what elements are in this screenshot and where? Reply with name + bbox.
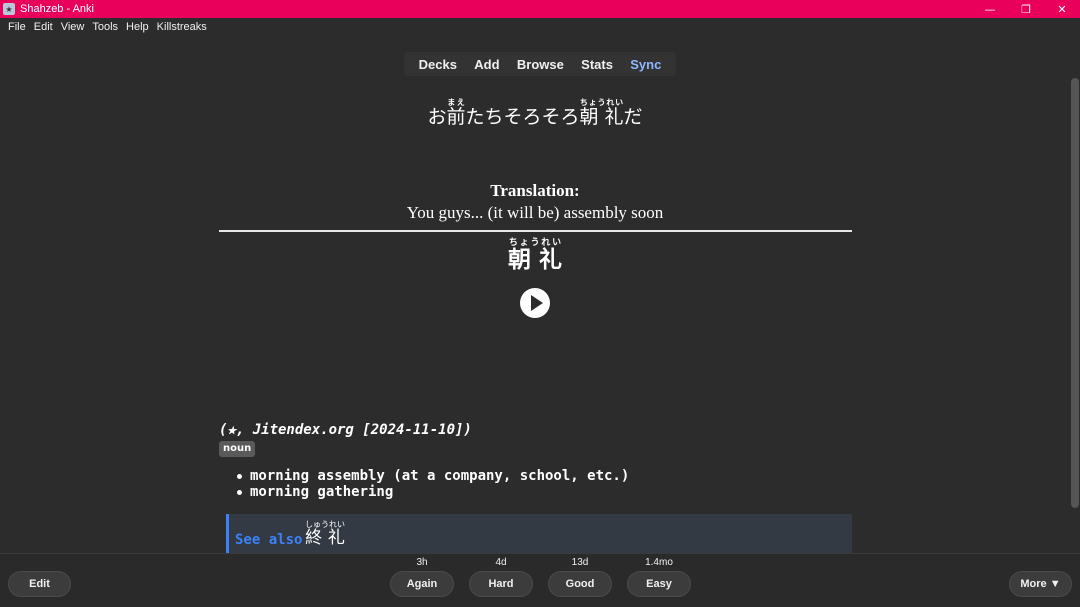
hard-interval: 4d <box>495 557 507 568</box>
nav-decks[interactable]: Decks <box>419 57 457 72</box>
menu-edit[interactable]: Edit <box>30 21 57 33</box>
example-sentence: お前まえたちそろそろ朝 礼ちょうれいだ <box>0 98 1070 129</box>
sentence-kanji-2: 朝 礼 <box>579 106 624 128</box>
sentence-prefix: お <box>427 106 447 128</box>
gloss-item: morning gathering <box>234 484 629 500</box>
see-also-label: See also <box>235 532 303 548</box>
close-icon[interactable]: ✕ <box>1044 0 1080 18</box>
sentence-suffix: だ <box>623 106 643 128</box>
translation-label: Translation: <box>490 181 580 200</box>
sentence-kanji-1: 前 <box>446 106 466 128</box>
good-interval: 13d <box>571 557 589 568</box>
good-button[interactable]: Good <box>548 571 612 597</box>
menu-file[interactable]: File <box>4 21 30 33</box>
dictionary-source: (★, Jitendex.org [2024-11-10]) <box>219 422 472 438</box>
window-title: Shahzeb - Anki <box>20 3 94 15</box>
sentence-middle: たちそろそろ <box>465 106 580 128</box>
nav-browse[interactable]: Browse <box>517 57 564 72</box>
see-also-word[interactable]: 終 礼しゅうれい <box>305 520 345 548</box>
vocab-ruby: 朝 礼ちょうれい <box>507 238 562 273</box>
nav-sync[interactable]: Sync <box>630 57 661 72</box>
title-bar: ★ Shahzeb - Anki — ❐ ✕ <box>0 0 1080 18</box>
nav-add[interactable]: Add <box>474 57 499 72</box>
see-also-kanji: 終 礼 <box>305 528 345 548</box>
card-divider <box>219 230 852 232</box>
menu-killstreaks[interactable]: Killstreaks <box>153 21 211 33</box>
top-nav: Decks Add Browse Stats Sync <box>404 52 676 76</box>
edit-button[interactable]: Edit <box>8 571 71 597</box>
vocab-reading: ちょうれい <box>507 238 562 248</box>
see-also-ruby: 終 礼しゅうれい <box>305 520 345 548</box>
menu-tools[interactable]: Tools <box>88 21 122 33</box>
again-interval: 3h <box>416 557 428 568</box>
nav-stats[interactable]: Stats <box>581 57 613 72</box>
sentence-ruby-2: 朝 礼ちょうれい <box>579 98 624 128</box>
sentence-reading-2: ちょうれい <box>579 98 624 107</box>
sentence-ruby-1: 前まえ <box>446 98 466 128</box>
scroll-thumb[interactable] <box>1071 78 1079 508</box>
see-also-box: See also 終 礼しゅうれい <box>226 514 852 553</box>
play-audio-icon[interactable] <box>520 288 550 318</box>
anki-logo-icon: ★ <box>3 3 15 15</box>
easy-interval: 1.4mo <box>645 557 673 568</box>
play-triangle <box>531 295 543 311</box>
maximize-icon[interactable]: ❐ <box>1008 0 1044 18</box>
see-also-reading: しゅうれい <box>305 520 345 529</box>
vocab-word: 朝 礼ちょうれい <box>0 238 1070 274</box>
gloss-list: morning assembly (at a company, school, … <box>234 468 629 500</box>
easy-button[interactable]: Easy <box>627 571 691 597</box>
more-button[interactable]: More ▼ <box>1009 571 1072 597</box>
translation-text: You guys... (it will be) assembly soon <box>406 203 664 222</box>
again-button[interactable]: Again <box>390 571 454 597</box>
card-scrollbar[interactable] <box>1070 78 1080 553</box>
menu-bar: File Edit View Tools Help Killstreaks <box>0 18 1080 36</box>
hard-button[interactable]: Hard <box>469 571 533 597</box>
part-of-speech-badge: noun <box>219 441 256 457</box>
menu-help[interactable]: Help <box>122 21 153 33</box>
gloss-item: morning assembly (at a company, school, … <box>234 468 629 484</box>
answer-bar: Edit 3h Again 4d Hard 13d Good 1.4mo Eas… <box>0 553 1080 607</box>
vocab-kanji: 朝 礼 <box>507 247 562 273</box>
window-controls: — ❐ ✕ <box>972 0 1080 18</box>
menu-view[interactable]: View <box>57 21 89 33</box>
card-view: お前まえたちそろそろ朝 礼ちょうれいだ Translation: You guy… <box>0 78 1070 553</box>
sentence-reading-1: まえ <box>446 98 466 107</box>
minimize-icon[interactable]: — <box>972 0 1008 18</box>
